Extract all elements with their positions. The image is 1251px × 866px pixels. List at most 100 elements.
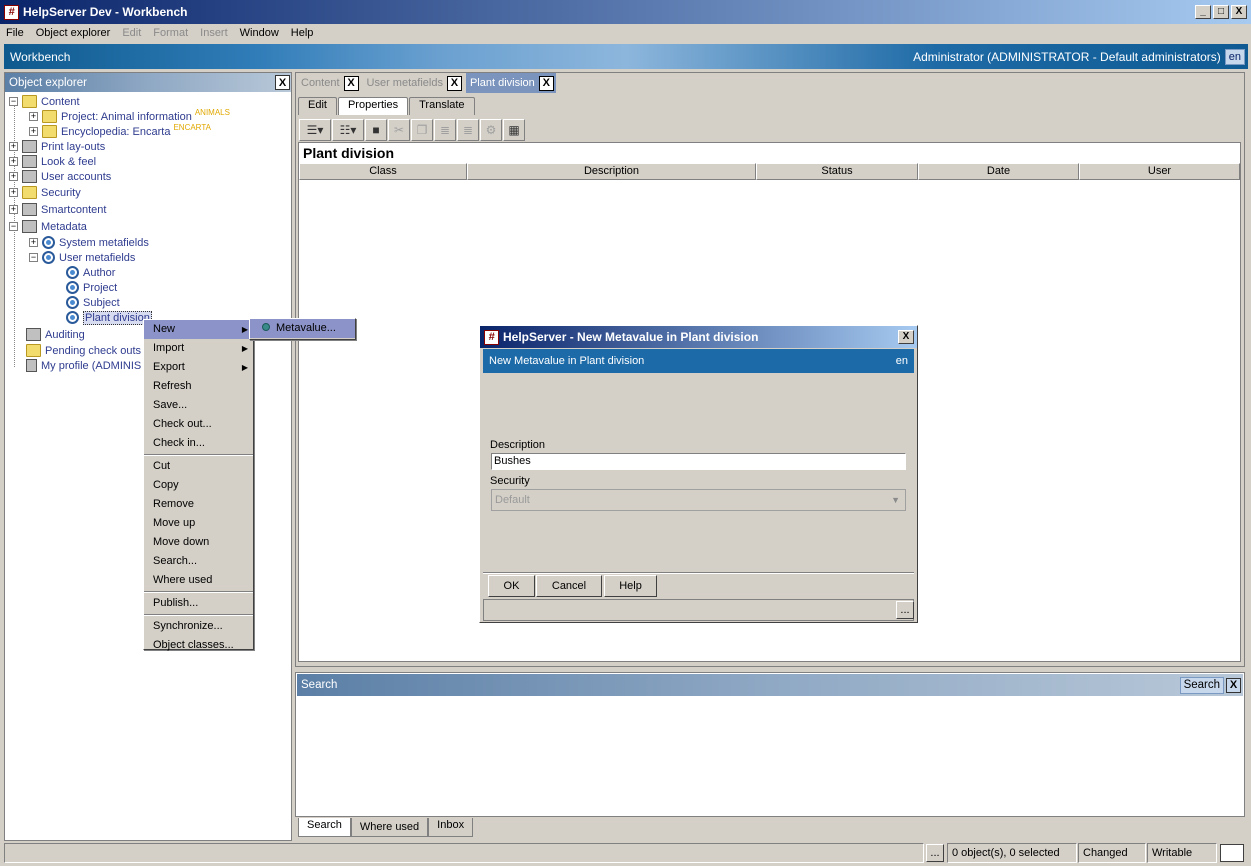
expand-icon[interactable]: + bbox=[9, 188, 18, 197]
cut-icon[interactable]: ✂ bbox=[388, 118, 410, 141]
status-more-button[interactable]: ... bbox=[926, 844, 944, 862]
close-tab-icon[interactable]: X bbox=[343, 75, 359, 91]
column-user[interactable]: User bbox=[1079, 163, 1240, 180]
column-status[interactable]: Status bbox=[756, 163, 918, 180]
expand-icon[interactable]: + bbox=[9, 172, 18, 181]
current-user: Administrator (ADMINISTRATOR - Default a… bbox=[913, 49, 1221, 64]
dialog-more-button[interactable]: ... bbox=[896, 601, 914, 619]
menu-item-import[interactable]: Import ▶ bbox=[144, 339, 253, 358]
tree-node-project-metafield[interactable]: Project bbox=[66, 280, 117, 295]
tree-node-project[interactable]: + Project: Animal information ANIMALS bbox=[29, 108, 230, 124]
menu-item-remove[interactable]: Remove bbox=[144, 495, 253, 514]
tab-content[interactable]: Content X bbox=[297, 73, 361, 93]
expand-icon[interactable]: + bbox=[29, 112, 38, 121]
table-icon[interactable]: ▦ bbox=[503, 118, 525, 141]
bottom-tab-where-used[interactable]: Where used bbox=[350, 818, 429, 837]
menu-item-check-in[interactable]: Check in... bbox=[144, 434, 253, 453]
menu-item-move-down[interactable]: Move down bbox=[144, 533, 253, 552]
security-select[interactable]: Default ▼ bbox=[491, 489, 906, 511]
copy-icon[interactable]: ❐ bbox=[411, 118, 433, 141]
menu-window[interactable]: Window bbox=[234, 27, 285, 39]
tree-node-print-layouts[interactable]: + Print lay-outs bbox=[9, 139, 105, 154]
collapse-icon[interactable]: − bbox=[9, 222, 18, 231]
column-class[interactable]: Class bbox=[299, 163, 467, 180]
settings-icon[interactable]: ⚙ bbox=[480, 118, 502, 141]
tree-node-pending-checkouts[interactable]: Pending check outs bbox=[26, 343, 141, 358]
menu-help[interactable]: Help bbox=[285, 27, 320, 39]
ok-button[interactable]: OK bbox=[488, 575, 535, 597]
collapse-icon[interactable]: − bbox=[29, 253, 38, 262]
subtab-properties[interactable]: Properties bbox=[337, 97, 409, 115]
list-options-icon[interactable]: ☷▾ bbox=[332, 118, 364, 141]
document-tabs: Content X User metafields X Plant division… bbox=[297, 73, 556, 93]
tree-node-auditing[interactable]: Auditing bbox=[26, 327, 85, 342]
tree-node-user-metafields[interactable]: − User metafields bbox=[29, 250, 135, 265]
column-description[interactable]: Description bbox=[467, 163, 756, 180]
help-button[interactable]: Help bbox=[604, 575, 657, 597]
expand-icon[interactable]: + bbox=[29, 238, 38, 247]
tree-node-content[interactable]: − Content bbox=[9, 94, 80, 109]
tree-node-encyclopedia[interactable]: + Encyclopedia: Encarta ENCARTA bbox=[29, 123, 211, 139]
menu-item-export[interactable]: Export ▶ bbox=[144, 358, 253, 377]
expand-icon[interactable]: + bbox=[9, 205, 18, 214]
column-date[interactable]: Date bbox=[918, 163, 1079, 180]
minimize-button[interactable]: _ bbox=[1195, 5, 1211, 19]
menu-edit[interactable]: Edit bbox=[116, 27, 147, 39]
search-button[interactable]: Search bbox=[1179, 676, 1224, 694]
menu-item-publish[interactable]: Publish... bbox=[144, 594, 253, 613]
menu-item-move-up[interactable]: Move up bbox=[144, 514, 253, 533]
tree-node-plant-division[interactable]: Plant division bbox=[66, 310, 152, 325]
menu-format[interactable]: Format bbox=[147, 27, 194, 39]
menu-item-new[interactable]: New ▶ bbox=[144, 320, 253, 339]
tab-plant-division[interactable]: Plant division X bbox=[465, 73, 556, 93]
menu-item-metavalue[interactable]: Metavalue... bbox=[250, 319, 355, 338]
menu-item-cut[interactable]: Cut bbox=[144, 457, 253, 476]
tree-node-subject[interactable]: Subject bbox=[66, 295, 120, 310]
tree-node-user-accounts[interactable]: + User accounts bbox=[9, 169, 111, 184]
close-window-button[interactable]: X bbox=[1231, 5, 1247, 19]
close-search-button[interactable]: X bbox=[1226, 677, 1241, 693]
save-icon[interactable]: ■ bbox=[365, 118, 387, 141]
tree-node-security[interactable]: + Security bbox=[9, 185, 81, 200]
subtab-edit[interactable]: Edit bbox=[298, 97, 337, 115]
subtab-translate[interactable]: Translate bbox=[409, 97, 475, 115]
tree-node-look-feel[interactable]: + Look & feel bbox=[9, 154, 96, 169]
outdent-icon[interactable]: ≣ bbox=[457, 118, 479, 141]
menu-item-copy[interactable]: Copy bbox=[144, 476, 253, 495]
tree-node-system-metafields[interactable]: + System metafields bbox=[29, 235, 149, 250]
expand-icon[interactable]: + bbox=[29, 127, 38, 136]
indent-icon[interactable]: ≣ bbox=[434, 118, 456, 141]
close-tab-icon[interactable]: X bbox=[538, 75, 554, 91]
menu-file[interactable]: File bbox=[0, 27, 30, 39]
menu-insert[interactable]: Insert bbox=[194, 27, 234, 39]
close-dialog-button[interactable]: X bbox=[898, 330, 914, 344]
tree-node-smartcontent[interactable]: + Smartcontent bbox=[9, 202, 106, 217]
menu-item-object-classes[interactable]: Object classes... bbox=[144, 636, 253, 655]
new-list-icon[interactable]: ☰▾ bbox=[299, 118, 331, 141]
bottom-tab-search[interactable]: Search bbox=[298, 818, 351, 837]
menu-item-synchronize[interactable]: Synchronize... bbox=[144, 617, 253, 636]
cancel-button[interactable]: Cancel bbox=[536, 575, 602, 597]
bottom-tab-inbox[interactable]: Inbox bbox=[428, 818, 474, 837]
menu-item-refresh[interactable]: Refresh bbox=[144, 377, 253, 396]
close-explorer-button[interactable]: X bbox=[275, 75, 290, 90]
menu-item-where-used[interactable]: Where used bbox=[144, 571, 253, 590]
search-panel-header: Search Search X bbox=[297, 674, 1243, 696]
menu-item-save[interactable]: Save... bbox=[144, 396, 253, 415]
description-input[interactable]: Bushes bbox=[491, 453, 906, 470]
dialog-language[interactable]: en bbox=[896, 355, 908, 367]
expand-icon[interactable]: + bbox=[9, 157, 18, 166]
maximize-button[interactable]: □ bbox=[1213, 5, 1229, 19]
tree-node-my-profile[interactable]: My profile (ADMINIS bbox=[26, 358, 141, 373]
tree-node-metadata[interactable]: − Metadata bbox=[9, 219, 87, 234]
menu-item-search[interactable]: Search... bbox=[144, 552, 253, 571]
tree-node-author[interactable]: Author bbox=[66, 265, 115, 280]
expand-icon[interactable]: + bbox=[9, 142, 18, 151]
metafield-icon bbox=[66, 311, 79, 324]
tab-user-metafields[interactable]: User metafields X bbox=[363, 73, 464, 93]
close-tab-icon[interactable]: X bbox=[446, 75, 462, 91]
menu-item-check-out[interactable]: Check out... bbox=[144, 415, 253, 434]
language-selector[interactable]: en bbox=[1224, 48, 1245, 65]
menu-object-explorer[interactable]: Object explorer bbox=[30, 27, 117, 39]
collapse-icon[interactable]: − bbox=[9, 97, 18, 106]
